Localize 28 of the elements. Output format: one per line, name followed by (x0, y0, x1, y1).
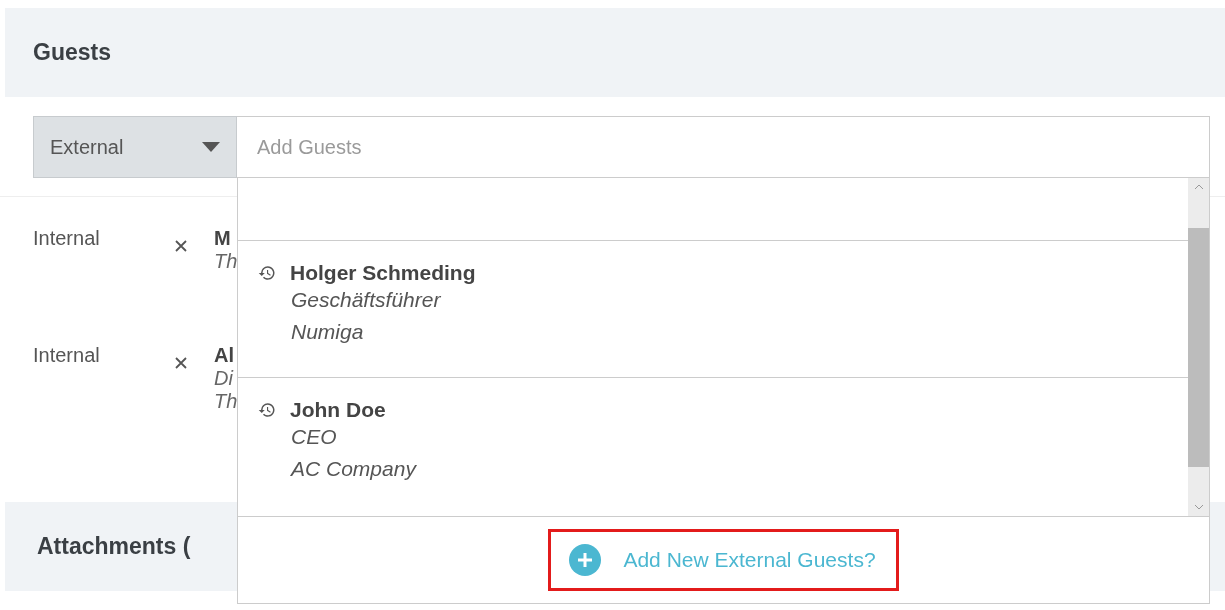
guest-detail: Th (214, 390, 238, 413)
guest-search-field[interactable]: Add Guests (237, 116, 1210, 178)
guest-type: Internal (33, 227, 101, 251)
guest-type-dropdown[interactable]: External (33, 116, 237, 178)
plus-icon (569, 544, 602, 576)
scrollbar-thumb[interactable] (1188, 227, 1209, 467)
history-icon (258, 401, 276, 419)
guest-type: Internal (33, 344, 101, 368)
suggestion-title: Geschäftsführer (290, 287, 441, 313)
suggestion-name: Holger Schmeding (290, 261, 476, 285)
suggestion-title: CEO (290, 424, 337, 450)
suggestion-company: AC Company (289, 456, 416, 482)
scroll-down-icon[interactable] (1193, 504, 1204, 510)
guest-detail: Th (214, 250, 238, 273)
history-icon (258, 264, 276, 282)
scrollbar[interactable] (1188, 178, 1209, 516)
remove-icon[interactable] (175, 240, 187, 252)
guest-detail: Di (214, 367, 235, 390)
scroll-up-icon[interactable] (1193, 184, 1204, 190)
section-title: Guests (33, 39, 111, 66)
suggestion-company: Numiga (290, 319, 364, 345)
caret-icon (202, 142, 220, 152)
section-title: Attachments ( (37, 533, 191, 560)
suggestion-item[interactable]: John Doe CEO AC Company (238, 378, 1188, 515)
guest-name: Al (214, 344, 235, 367)
guest-name: M (214, 227, 232, 250)
suggestion-name: John Doe (290, 398, 386, 422)
remove-icon[interactable] (175, 357, 187, 369)
